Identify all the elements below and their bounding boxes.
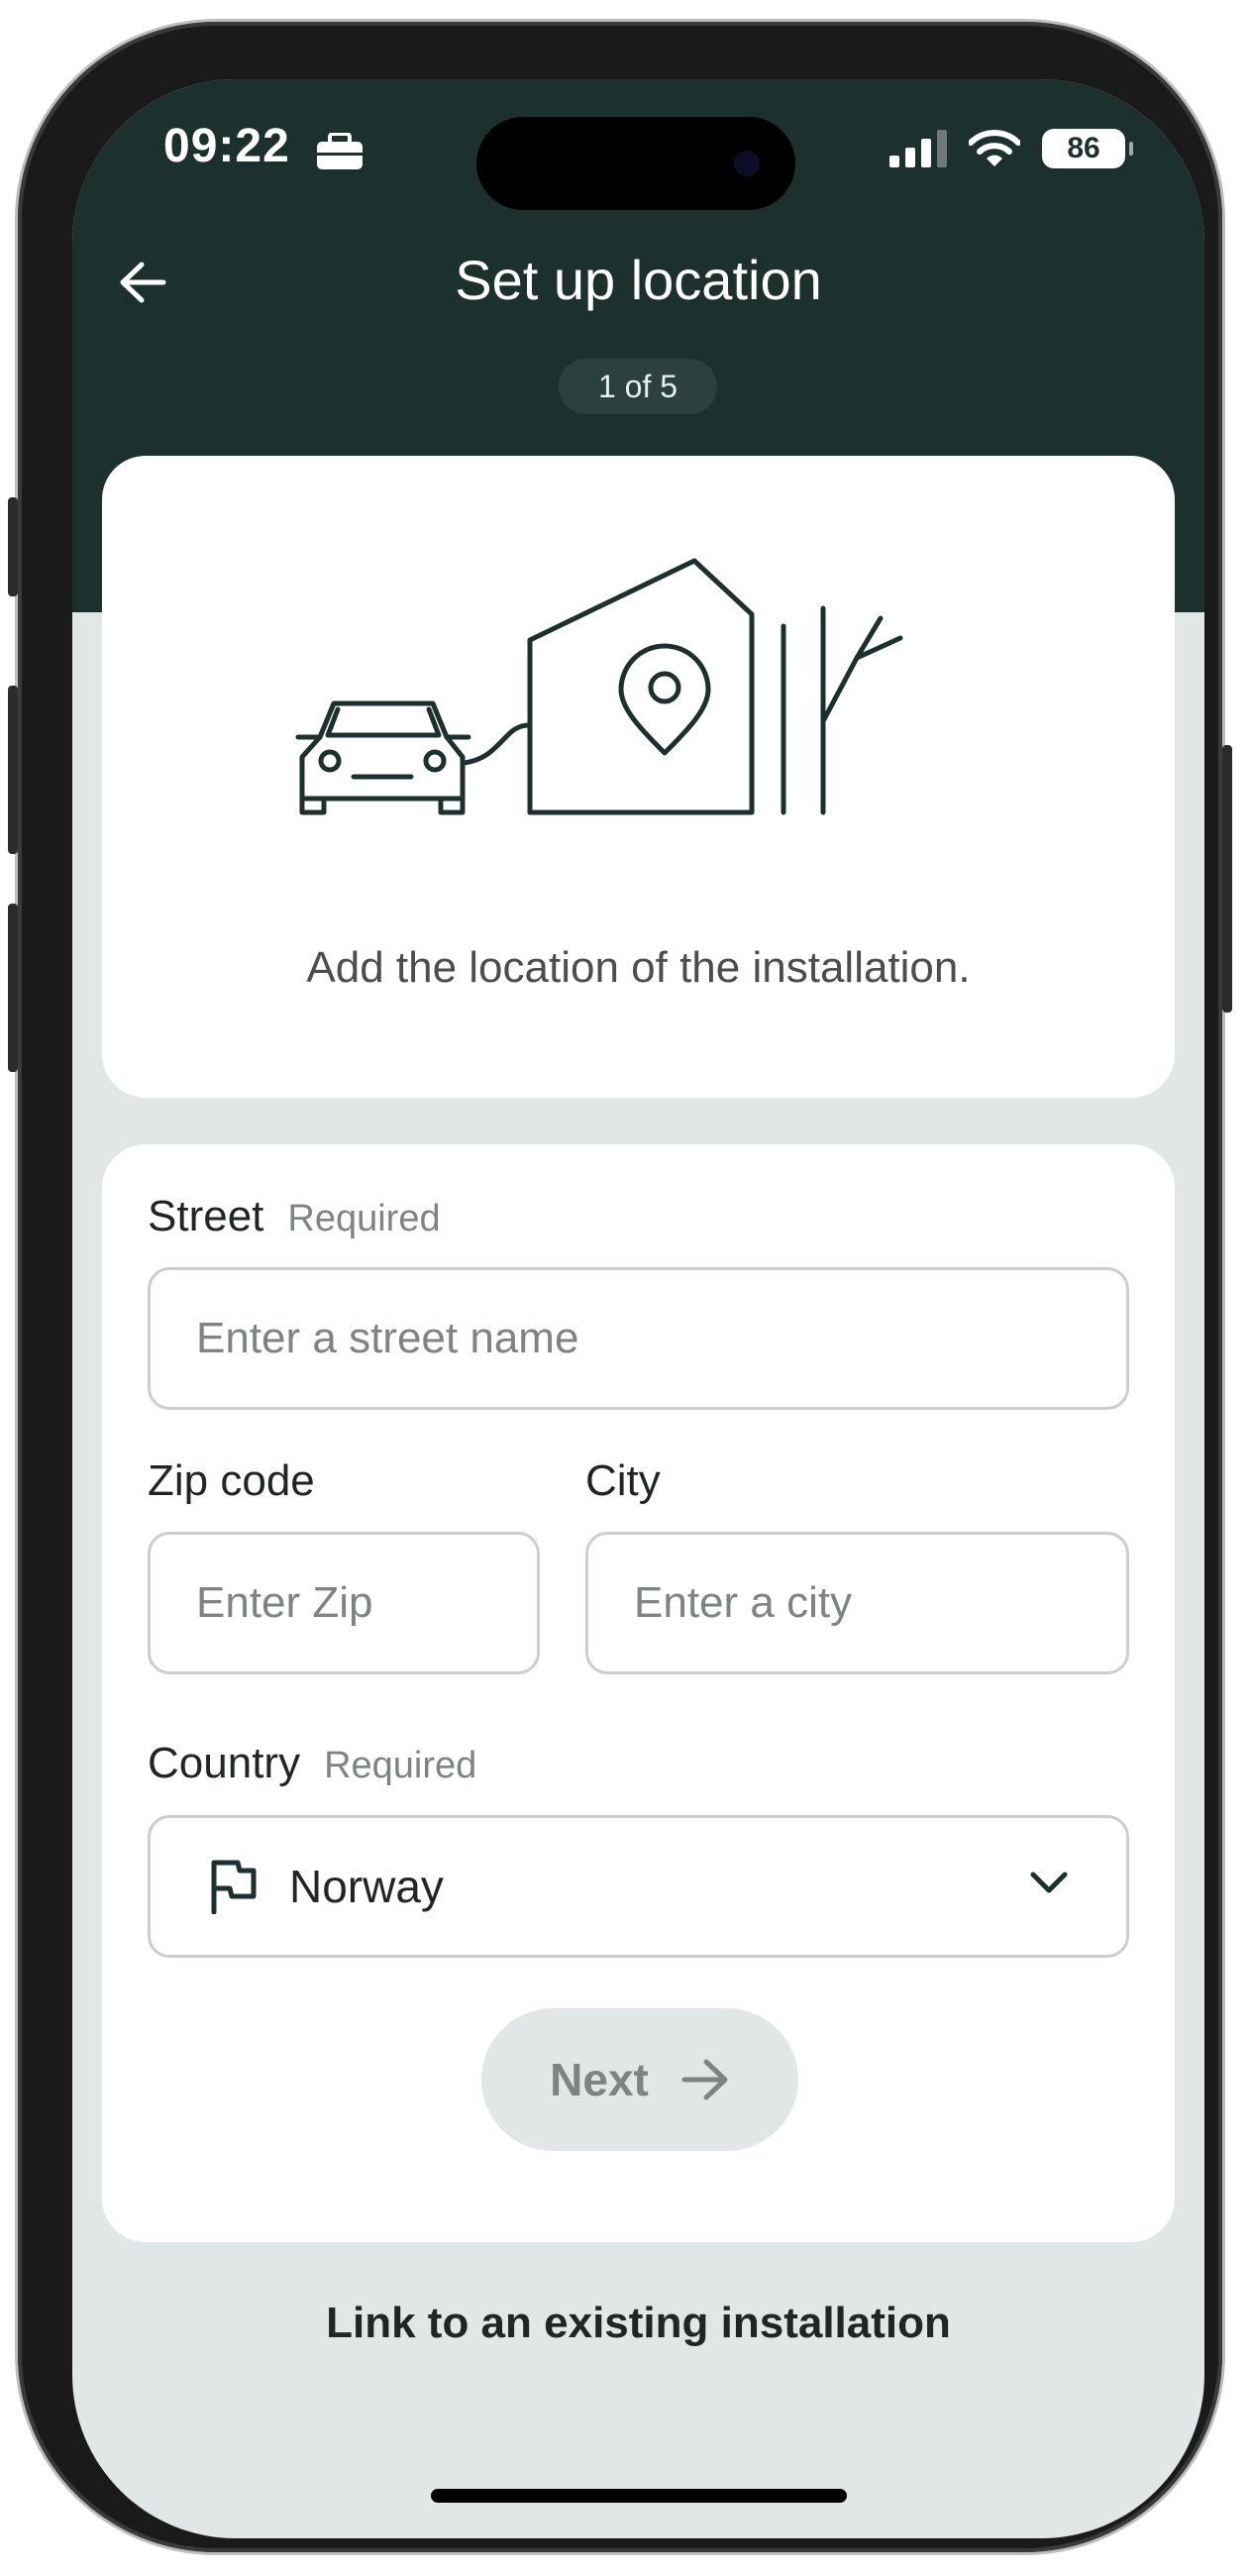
phone-frame: 09:22 86 Set up location 1 of 5 Add the … xyxy=(8,22,1232,2552)
country-label: Country Required xyxy=(148,1739,476,1788)
page-title: Set up location xyxy=(455,249,822,311)
action-button xyxy=(8,497,18,596)
street-input[interactable] xyxy=(148,1267,1129,1410)
wifi-icon xyxy=(969,130,1020,166)
next-button-label: Next xyxy=(550,2054,649,2105)
country-select[interactable]: Norway xyxy=(148,1815,1129,1958)
camera-icon xyxy=(734,151,760,176)
intro-caption: Add the location of the installation. xyxy=(306,943,971,992)
power-button xyxy=(1222,745,1232,1013)
flag-icon xyxy=(211,1860,257,1914)
step-indicator: 1 of 5 xyxy=(559,359,717,414)
link-existing-installation[interactable]: Link to an existing installation xyxy=(72,2299,1204,2348)
briefcase-icon xyxy=(317,133,363,169)
country-label-text: Country xyxy=(148,1739,301,1787)
city-label: City xyxy=(585,1456,661,1505)
home-indicator[interactable] xyxy=(431,2489,847,2503)
street-label: Street Required xyxy=(148,1192,441,1241)
arrow-right-icon xyxy=(681,2059,728,2100)
volume-down-button xyxy=(8,904,18,1072)
street-label-text: Street xyxy=(148,1192,264,1240)
city-input[interactable] xyxy=(585,1532,1129,1674)
chevron-down-icon xyxy=(1030,1872,1068,1893)
street-required-tag: Required xyxy=(287,1198,441,1239)
house-car-location-illustration xyxy=(295,558,903,815)
app-screen: 09:22 86 Set up location 1 of 5 Add the … xyxy=(72,79,1204,2538)
battery-indicator: 86 xyxy=(1042,129,1133,168)
status-time: 09:22 xyxy=(163,120,290,172)
zip-label: Zip code xyxy=(148,1456,315,1505)
volume-up-button xyxy=(8,686,18,854)
location-form: Street Required Zip code City Country Requ… xyxy=(102,1144,1175,2242)
next-button[interactable]: Next xyxy=(481,2008,798,2151)
dynamic-island xyxy=(476,117,795,210)
country-value: Norway xyxy=(289,1861,444,1912)
zip-input[interactable] xyxy=(148,1532,540,1674)
intro-card: Add the location of the installation. xyxy=(102,456,1175,1098)
cellular-signal-icon xyxy=(889,130,947,167)
country-required-tag: Required xyxy=(324,1745,477,1786)
status-indicators: 86 xyxy=(889,129,1133,168)
